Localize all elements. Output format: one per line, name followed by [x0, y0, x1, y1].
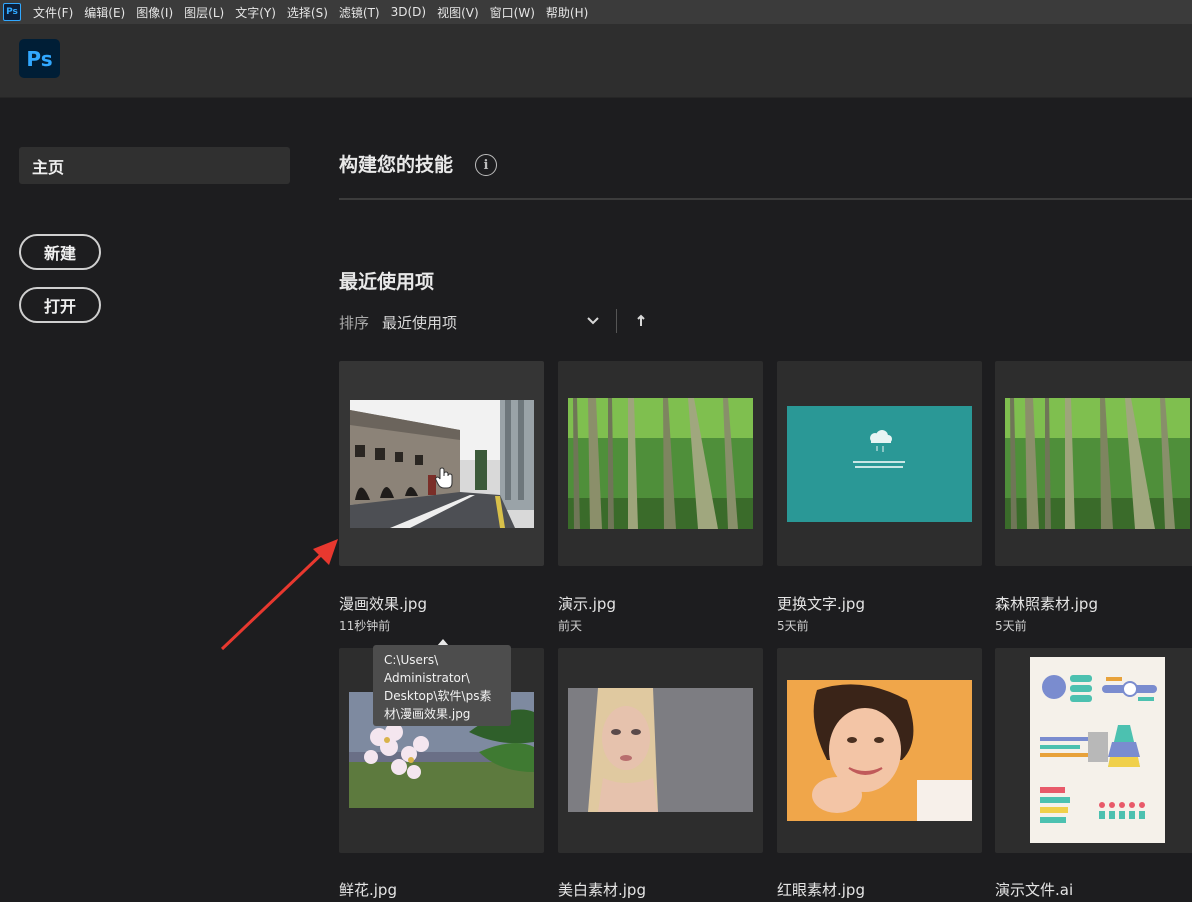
sort-direction-arrow-up-icon[interactable] [634, 313, 648, 329]
annotation-arrow-icon [220, 539, 338, 651]
home-header: Ps [0, 24, 1192, 98]
menu-layer[interactable]: 图层(L) [184, 4, 224, 21]
recent-section-title: 最近使用项 [339, 271, 435, 293]
menu-view[interactable]: 视图(V) [437, 4, 479, 21]
sort-label: 排序 [339, 314, 370, 332]
menu-bar: Ps 文件(F) 编辑(E) 图像(I) 图层(L) 文字(Y) 选择(S) 滤… [0, 0, 1192, 24]
recent-file-card[interactable] [777, 648, 982, 853]
recent-file-name[interactable]: 鲜花.jpg [339, 879, 397, 900]
thumbnail-portrait-image [568, 688, 753, 812]
skills-section-title: 构建您的技能 [339, 154, 454, 176]
hand-cursor-icon [435, 467, 453, 489]
sort-separator [616, 309, 617, 333]
open-button[interactable]: 打开 [19, 287, 101, 323]
menu-help[interactable]: 帮助(H) [546, 4, 588, 21]
photoshop-app-icon[interactable]: Ps [3, 3, 21, 21]
menu-type[interactable]: 文字(Y) [235, 4, 276, 21]
menu-file[interactable]: 文件(F) [33, 4, 73, 21]
tooltip-line: Administrator\ [384, 671, 470, 685]
recent-file-card[interactable] [339, 361, 544, 566]
thumbnail-street-image [350, 400, 534, 528]
new-button[interactable]: 新建 [19, 234, 101, 270]
recent-file-card[interactable] [558, 648, 763, 853]
section-divider [339, 198, 1192, 200]
photoshop-logo[interactable]: Ps [19, 39, 60, 78]
recent-file-name[interactable]: 漫画效果.jpg [339, 593, 427, 614]
recent-file-time: 5天前 [995, 619, 1027, 633]
menu-image[interactable]: 图像(I) [136, 4, 173, 21]
info-icon[interactable]: i [475, 154, 497, 176]
chevron-down-icon[interactable] [585, 313, 601, 329]
tooltip-line: C:\Users\ [384, 653, 439, 667]
recent-file-card[interactable] [995, 361, 1192, 566]
recent-file-time: 5天前 [777, 619, 809, 633]
recent-file-name[interactable]: 更换文字.jpg [777, 593, 865, 614]
recent-file-card[interactable] [777, 361, 982, 566]
recent-file-name[interactable]: 森林照素材.jpg [995, 593, 1098, 614]
menu-select[interactable]: 选择(S) [287, 4, 328, 21]
menu-filter[interactable]: 滤镜(T) [339, 4, 380, 21]
sort-dropdown-value[interactable]: 最近使用项 [382, 312, 457, 333]
tooltip-line: 材\漫画效果.jpg [384, 707, 471, 721]
tooltip-line: Desktop\软件\ps素 [384, 689, 492, 703]
recent-file-card[interactable] [995, 648, 1192, 853]
recent-file-time: 11秒钟前 [339, 619, 391, 633]
menu-edit[interactable]: 编辑(E) [84, 4, 125, 21]
recent-file-name[interactable]: 演示文件.ai [995, 879, 1073, 900]
thumbnail-forest-image [568, 398, 753, 529]
recent-file-time: 前天 [558, 619, 583, 633]
thumbnail-forest-image [1005, 398, 1190, 529]
file-path-tooltip: C:\Users\ Administrator\ Desktop\软件\ps素 … [373, 645, 511, 726]
thumbnail-teal-poster-image [787, 406, 972, 522]
menu-window[interactable]: 窗口(W) [490, 4, 535, 21]
recent-file-card[interactable] [558, 361, 763, 566]
recent-file-name[interactable]: 演示.jpg [558, 593, 616, 614]
thumbnail-smiling-woman-image [787, 680, 972, 821]
menu-3d[interactable]: 3D(D) [391, 5, 426, 19]
recent-file-name[interactable]: 红眼素材.jpg [777, 879, 865, 900]
recent-file-name[interactable]: 美白素材.jpg [558, 879, 646, 900]
thumbnail-infographic-document [1030, 657, 1165, 843]
sidebar-item-home[interactable]: 主页 [19, 147, 290, 184]
